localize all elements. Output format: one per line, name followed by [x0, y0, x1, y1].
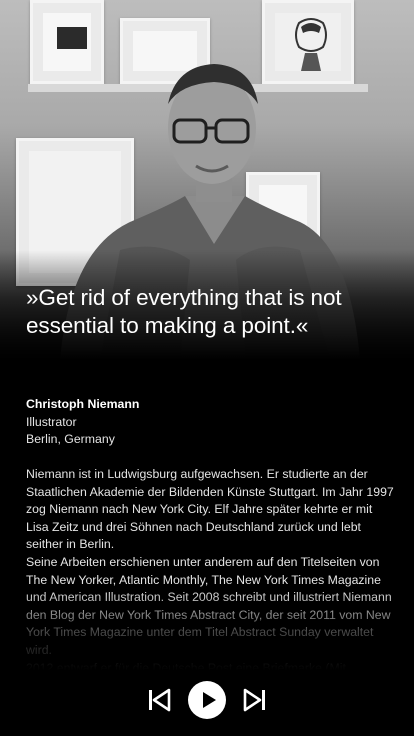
- artist-role: Illustrator: [26, 414, 77, 429]
- artist-location: Berlin, Germany: [26, 432, 115, 447]
- biography-paragraph: Niemann ist in Ludwigsburg aufgewachsen.…: [26, 467, 394, 552]
- quote-line: essential to making a point.«: [26, 313, 309, 338]
- playback-controls: [0, 680, 414, 720]
- skip-next-icon: [243, 688, 265, 712]
- previous-button[interactable]: [146, 687, 172, 713]
- skip-previous-icon: [149, 688, 171, 712]
- quote-line: »Get rid of everything that is not: [26, 285, 342, 310]
- play-button[interactable]: [188, 681, 226, 719]
- biography-paragraph: 2012 entwarf er für die Deutsche Post ei…: [26, 660, 346, 670]
- quote: »Get rid of everything that is not essen…: [26, 284, 396, 340]
- artist-name: Christoph Niemann: [26, 397, 140, 411]
- next-button[interactable]: [242, 687, 268, 713]
- artist-info: Christoph Niemann Illustrator Berlin, Ge…: [26, 396, 396, 449]
- play-icon: [203, 692, 216, 708]
- biography-paragraph: Seine Arbeiten erschienen unter anderem …: [26, 554, 392, 657]
- biography-text[interactable]: Niemann ist in Ludwigsburg aufgewachsen.…: [26, 466, 396, 670]
